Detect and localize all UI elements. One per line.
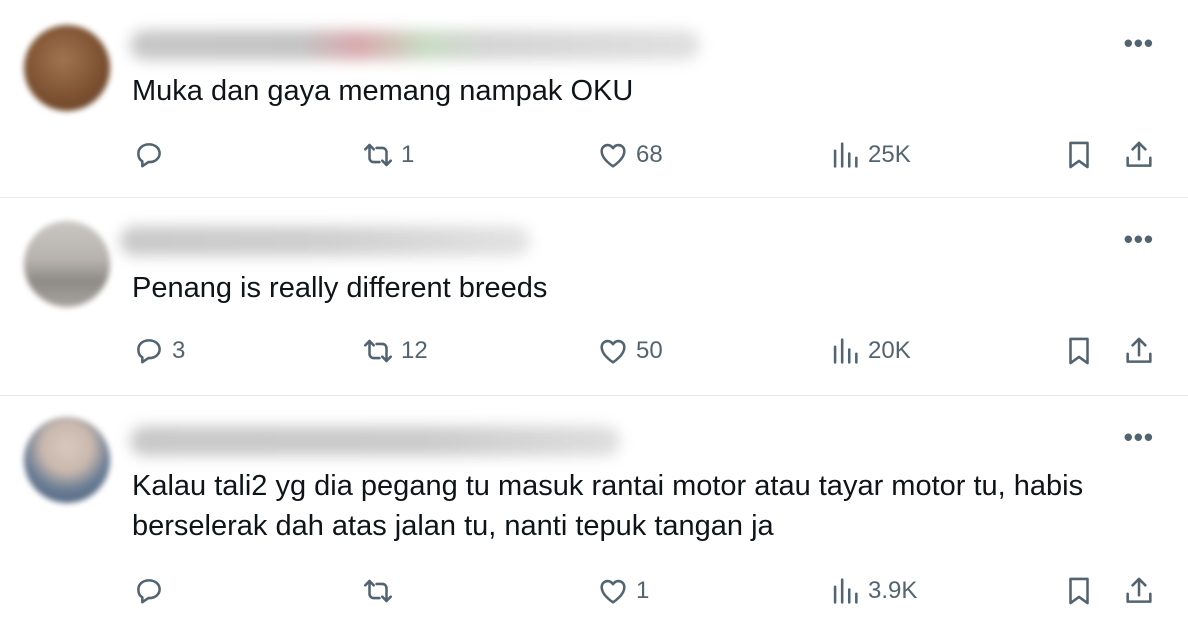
share-button[interactable] (1122, 571, 1156, 611)
bookmark-icon (1069, 337, 1089, 365)
author-name-blurred[interactable] (130, 30, 700, 60)
bookmark-button[interactable] (1062, 571, 1096, 611)
retweet-count: 1 (401, 141, 415, 168)
reply-button[interactable]: 3 (132, 331, 185, 371)
share-icon (1126, 577, 1152, 603)
share-icon (1126, 141, 1152, 167)
like-button[interactable]: 50 (596, 331, 663, 371)
view-count: 3.9K (868, 577, 918, 604)
views-button[interactable]: 25K (828, 135, 911, 175)
author-name-blurred[interactable] (130, 426, 620, 456)
reply-text: Muka dan gaya memang nampak OKU (132, 75, 634, 107)
more-icon[interactable]: ••• (1124, 30, 1154, 56)
heart-icon (600, 339, 626, 364)
reply-button[interactable] (132, 571, 172, 611)
reply-icon (137, 143, 161, 168)
retweet-icon (363, 143, 393, 167)
action-bar: 3 12 50 20K (0, 331, 1188, 371)
like-count: 1 (636, 577, 650, 604)
reply-item[interactable]: ••• Kalau tali2 yg dia pegang tu masuk r… (0, 396, 1188, 634)
views-button[interactable]: 20K (828, 331, 911, 371)
more-icon[interactable]: ••• (1124, 424, 1154, 450)
reply-item[interactable]: ••• Penang is really different breeds 3 … (0, 198, 1188, 396)
heart-icon (600, 579, 626, 604)
more-icon[interactable]: ••• (1124, 226, 1154, 252)
reply-count: 3 (172, 337, 186, 364)
retweet-count: 12 (401, 337, 428, 364)
retweet-icon (363, 339, 393, 363)
heart-icon (600, 143, 626, 168)
views-icon (833, 338, 858, 364)
action-bar: 1 68 25K (0, 135, 1188, 175)
retweet-button[interactable]: 1 (361, 135, 414, 175)
reply-item[interactable]: ••• Muka dan gaya memang nampak OKU 1 68… (0, 0, 1188, 198)
bookmark-button[interactable] (1062, 135, 1096, 175)
retweet-button[interactable]: 12 (361, 331, 428, 371)
like-button[interactable]: 68 (596, 135, 663, 175)
avatar[interactable] (24, 221, 110, 307)
share-button[interactable] (1122, 135, 1156, 175)
view-count: 25K (868, 141, 911, 168)
reply-button[interactable] (132, 135, 172, 175)
bookmark-icon (1069, 577, 1089, 605)
reply-text: Kalau tali2 yg dia pegang tu masuk ranta… (132, 470, 1084, 542)
author-name-blurred[interactable] (120, 226, 530, 256)
like-count: 68 (636, 141, 663, 168)
reply-text: Penang is really different breeds (132, 272, 548, 304)
reply-icon (137, 339, 161, 364)
views-icon (833, 142, 858, 168)
action-bar: 1 3.9K (0, 571, 1188, 611)
views-button[interactable]: 3.9K (828, 571, 917, 611)
view-count: 20K (868, 337, 911, 364)
avatar[interactable] (24, 417, 110, 503)
views-icon (833, 578, 858, 604)
like-count: 50 (636, 337, 663, 364)
share-icon (1126, 337, 1152, 363)
retweet-icon (363, 579, 393, 603)
bookmark-button[interactable] (1062, 331, 1096, 371)
bookmark-icon (1069, 141, 1089, 169)
share-button[interactable] (1122, 331, 1156, 371)
avatar[interactable] (24, 25, 110, 111)
like-button[interactable]: 1 (596, 571, 649, 611)
reply-icon (137, 579, 161, 604)
retweet-button[interactable] (361, 571, 401, 611)
